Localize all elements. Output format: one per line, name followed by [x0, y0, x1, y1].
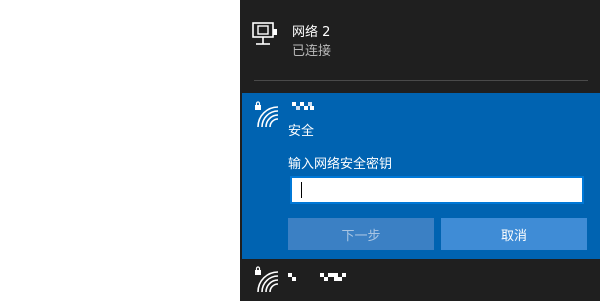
separator	[254, 80, 588, 81]
network-flyout: 网络 2 已连接 安全 输入网络安全密钥 下一步 取消	[240, 0, 600, 301]
next-button[interactable]: 下一步	[288, 218, 434, 250]
wired-network-name: 网络 2	[292, 25, 331, 40]
wired-network-status: 已连接	[292, 44, 332, 59]
text-caret	[301, 182, 302, 198]
ethernet-icon	[252, 22, 277, 45]
security-key-input[interactable]	[290, 176, 584, 204]
other-wifi-item[interactable]	[240, 260, 600, 301]
wifi-security-status: 安全	[288, 124, 315, 139]
security-key-prompt: 输入网络安全密钥	[288, 157, 393, 172]
wired-network-item[interactable]: 网络 2 已连接	[240, 0, 600, 90]
wifi-secured-icon	[255, 266, 279, 293]
ssid-redacted	[288, 273, 346, 281]
cancel-button[interactable]: 取消	[441, 218, 587, 250]
wifi-secured-icon	[255, 101, 279, 128]
selected-wifi-item[interactable]: 安全 输入网络安全密钥 下一步 取消	[242, 93, 600, 259]
ssid-redacted	[292, 102, 314, 110]
